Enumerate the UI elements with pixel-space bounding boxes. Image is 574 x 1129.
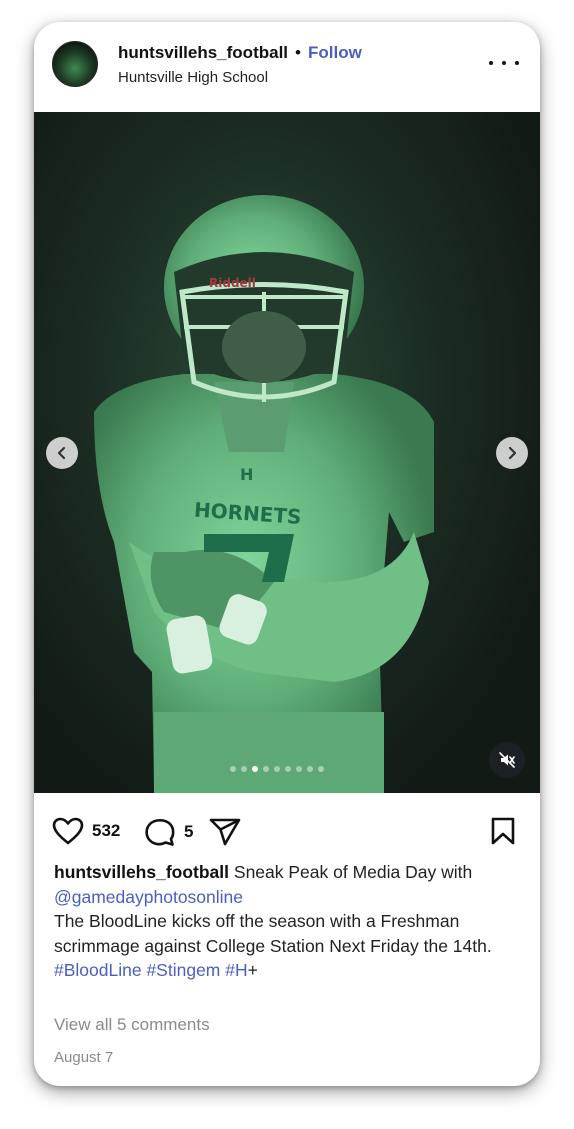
caption-mention[interactable]: @gamedayphotosonline — [54, 887, 243, 907]
carousel-dot — [241, 766, 247, 772]
comment-button[interactable]: 5 — [144, 817, 193, 847]
hashtag-link[interactable]: #BloodLine — [54, 960, 142, 980]
post-header: huntsvillehs_football • Follow Huntsvill… — [34, 22, 540, 112]
hashtag-suffix: + — [247, 960, 258, 980]
hashtag-link[interactable]: #H — [225, 960, 247, 980]
post-media[interactable]: HORNETS H Riddell — [34, 112, 540, 793]
post-caption: huntsvillehs_football Sneak Peak of Medi… — [54, 860, 524, 983]
carousel-dot — [307, 766, 313, 772]
carousel-dot — [285, 766, 291, 772]
heart-icon — [52, 817, 84, 845]
share-button[interactable] — [208, 817, 242, 847]
caption-username[interactable]: huntsvillehs_football — [54, 862, 229, 882]
comment-count: 5 — [184, 822, 194, 841]
carousel-dots — [230, 766, 324, 772]
carousel-dot — [263, 766, 269, 772]
avatar[interactable] — [52, 41, 98, 87]
like-button[interactable]: 532 — [52, 817, 120, 845]
caption-text: Sneak Peak of Media Day with — [229, 862, 473, 882]
carousel-dot — [318, 766, 324, 772]
instagram-post-card: huntsvillehs_football • Follow Huntsvill… — [34, 22, 540, 1086]
muted-speaker-icon — [499, 752, 515, 768]
previous-slide-button[interactable] — [46, 437, 78, 469]
next-slide-button[interactable] — [496, 437, 528, 469]
chevron-left-icon — [57, 446, 66, 460]
carousel-dot — [252, 766, 258, 772]
share-icon — [209, 818, 241, 846]
hashtag-link[interactable]: #Stingem — [146, 960, 220, 980]
username[interactable]: huntsvillehs_football — [118, 43, 288, 63]
player-photo: HORNETS H Riddell — [94, 195, 434, 793]
chevron-right-icon — [508, 446, 517, 460]
separator: • — [295, 43, 301, 62]
save-button[interactable] — [490, 816, 516, 846]
caption-hashtags: #BloodLine #Stingem #H+ — [54, 960, 258, 980]
post-date: August 7 — [54, 1049, 114, 1066]
comment-icon — [145, 818, 175, 846]
svg-text:H: H — [240, 465, 253, 484]
carousel-dot — [230, 766, 236, 772]
svg-text:Riddell: Riddell — [209, 276, 256, 290]
follow-button[interactable]: Follow — [308, 43, 362, 63]
user-line: huntsvillehs_football • Follow — [118, 42, 362, 64]
more-options-button[interactable] — [489, 50, 519, 76]
view-all-comments-link[interactable]: View all 5 comments — [54, 1015, 210, 1035]
carousel-dot — [296, 766, 302, 772]
caption-body: The BloodLine kicks off the season with … — [54, 911, 492, 956]
mute-button[interactable] — [489, 742, 525, 778]
bookmark-icon — [491, 817, 515, 845]
post-actions: 532 5 — [34, 793, 540, 853]
location[interactable]: Huntsville High School — [118, 69, 268, 86]
carousel-dot — [274, 766, 280, 772]
more-horizontal-icon — [489, 61, 493, 65]
like-count: 532 — [92, 821, 121, 840]
